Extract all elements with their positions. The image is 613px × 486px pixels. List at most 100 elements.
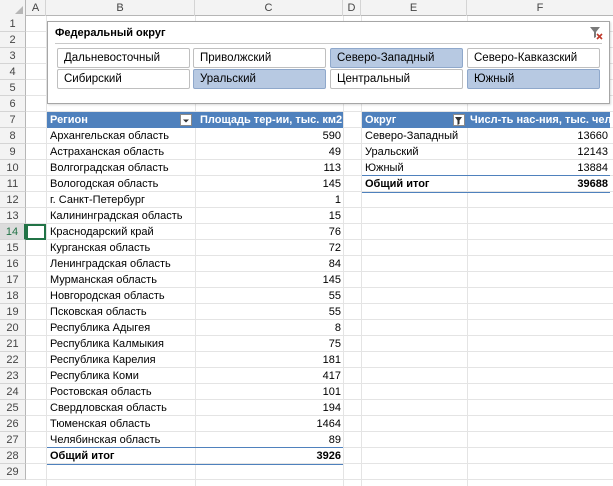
grand-total-label[interactable]: Общий итог (50, 448, 115, 464)
region-area-cell[interactable]: 113 (196, 160, 341, 176)
column-header-b[interactable]: B (46, 0, 195, 16)
region-name-cell[interactable]: Курганская область (50, 240, 195, 256)
district-pop-cell[interactable]: 13884 (468, 160, 608, 176)
row-header-19[interactable]: 19 (0, 304, 26, 320)
row-header-8[interactable]: 8 (0, 128, 26, 144)
row-header-21[interactable]: 21 (0, 336, 26, 352)
row-header-11[interactable]: 11 (0, 176, 26, 192)
region-area-cell[interactable]: 49 (196, 144, 341, 160)
row-header-26[interactable]: 26 (0, 416, 26, 432)
column-header-e[interactable]: E (361, 0, 467, 16)
district-name-cell[interactable]: Северо-Западный (365, 128, 467, 144)
district-pop-cell[interactable]: 13660 (468, 128, 608, 144)
region-name-cell[interactable]: Вологодская область (50, 176, 195, 192)
slicer-item-1[interactable]: Дальневосточный (57, 48, 190, 68)
region-name-cell[interactable]: г. Санкт-Петербург (50, 192, 195, 208)
region-name-cell[interactable]: Ростовская область (50, 384, 195, 400)
row-header-24[interactable]: 24 (0, 384, 26, 400)
region-area-cell[interactable]: 1464 (196, 416, 341, 432)
grand-total-pop[interactable]: 39688 (468, 176, 608, 192)
slicer-item-2[interactable]: Приволжский (193, 48, 326, 68)
region-name-cell[interactable]: Тюменская область (50, 416, 195, 432)
district-filter-button[interactable] (453, 114, 465, 126)
region-name-cell[interactable]: Астраханская область (50, 144, 195, 160)
column-header-f[interactable]: F (467, 0, 613, 16)
row-header-7[interactable]: 7 (0, 112, 26, 128)
region-name-cell[interactable]: Республика Адыгея (50, 320, 195, 336)
region-area-cell[interactable]: 145 (196, 272, 341, 288)
column-header-d[interactable]: D (343, 0, 361, 16)
region-area-cell[interactable]: 417 (196, 368, 341, 384)
district-name-cell[interactable]: Южный (365, 160, 467, 176)
slicer-item-3[interactable]: Северо-Западный (330, 48, 463, 68)
row-header-1[interactable]: 1 (0, 16, 26, 32)
region-name-cell[interactable]: Челябинская область (50, 432, 195, 448)
row-header-20[interactable]: 20 (0, 320, 26, 336)
row-header-14[interactable]: 14 (0, 224, 26, 240)
region-area-cell[interactable]: 101 (196, 384, 341, 400)
region-area-cell[interactable]: 1 (196, 192, 341, 208)
region-area-cell[interactable]: 55 (196, 288, 341, 304)
grand-total-area[interactable]: 3926 (196, 448, 341, 464)
region-name-cell[interactable]: Мурманская область (50, 272, 195, 288)
region-filter-button[interactable] (180, 114, 192, 126)
region-area-cell[interactable]: 194 (196, 400, 341, 416)
region-name-cell[interactable]: Свердловская область (50, 400, 195, 416)
region-area-cell[interactable]: 55 (196, 304, 341, 320)
slicer-item-4[interactable]: Северо-Кавказский (467, 48, 600, 68)
row-header-6[interactable]: 6 (0, 96, 26, 112)
row-header-9[interactable]: 9 (0, 144, 26, 160)
region-name-cell[interactable]: Республика Карелия (50, 352, 195, 368)
row-header-3[interactable]: 3 (0, 48, 26, 64)
region-area-cell[interactable]: 84 (196, 256, 341, 272)
region-name-cell[interactable]: Псковская область (50, 304, 195, 320)
row-header-10[interactable]: 10 (0, 160, 26, 176)
region-area-cell[interactable]: 89 (196, 432, 341, 448)
region-area-cell[interactable]: 590 (196, 128, 341, 144)
region-name-cell[interactable]: Краснодарский край (50, 224, 195, 240)
row-header-22[interactable]: 22 (0, 352, 26, 368)
row-header-4[interactable]: 4 (0, 64, 26, 80)
slicer-item-6[interactable]: Уральский (193, 69, 326, 89)
row-header-18[interactable]: 18 (0, 288, 26, 304)
region-name-cell[interactable]: Республика Калмыкия (50, 336, 195, 352)
region-name-cell[interactable]: Волгоградская область (50, 160, 195, 176)
row-header-23[interactable]: 23 (0, 368, 26, 384)
district-pop-cell[interactable]: 12143 (468, 144, 608, 160)
slicer-federal-district[interactable]: Федеральный округ Дальневосточный Приволж… (47, 21, 610, 104)
slicer-item-7[interactable]: Центральный (330, 69, 463, 89)
region-name-cell[interactable]: Архангельская область (50, 128, 195, 144)
region-name-cell[interactable]: Калининградская область (50, 208, 195, 224)
region-name-cell[interactable]: Ленинградская область (50, 256, 195, 272)
slicer-item-5[interactable]: Сибирский (57, 69, 190, 89)
row-header-12[interactable]: 12 (0, 192, 26, 208)
region-area-cell[interactable]: 15 (196, 208, 341, 224)
region-area-cell[interactable]: 76 (196, 224, 341, 240)
region-area-cell[interactable]: 72 (196, 240, 341, 256)
region-area-cell[interactable]: 8 (196, 320, 341, 336)
region-name-cell[interactable]: Республика Коми (50, 368, 195, 384)
row-header-25[interactable]: 25 (0, 400, 26, 416)
row-header-2[interactable]: 2 (0, 32, 26, 48)
region-name-cell[interactable]: Новгородская область (50, 288, 195, 304)
row-header-29[interactable]: 29 (0, 464, 26, 480)
grand-total-label[interactable]: Общий итог (365, 176, 430, 192)
row-header-5[interactable]: 5 (0, 80, 26, 96)
chevron-down-icon (183, 119, 189, 123)
column-header-c[interactable]: C (195, 0, 343, 16)
region-area-cell[interactable]: 181 (196, 352, 341, 368)
slicer-item-8[interactable]: Южный (467, 69, 600, 89)
clear-filter-icon[interactable] (589, 26, 603, 40)
row-header-17[interactable]: 17 (0, 272, 26, 288)
column-header-a[interactable]: A (26, 0, 46, 16)
row-header-28[interactable]: 28 (0, 448, 26, 464)
select-all-corner[interactable] (0, 0, 26, 16)
row-header-27[interactable]: 27 (0, 432, 26, 448)
row-header-13[interactable]: 13 (0, 208, 26, 224)
region-area-cell[interactable]: 75 (196, 336, 341, 352)
row-header-15[interactable]: 15 (0, 240, 26, 256)
region-area-cell[interactable]: 145 (196, 176, 341, 192)
district-name-cell[interactable]: Уральский (365, 144, 467, 160)
pivot-districts-header: Округ Числ-ть нас-ния, тыс. чел (362, 112, 611, 128)
row-header-16[interactable]: 16 (0, 256, 26, 272)
